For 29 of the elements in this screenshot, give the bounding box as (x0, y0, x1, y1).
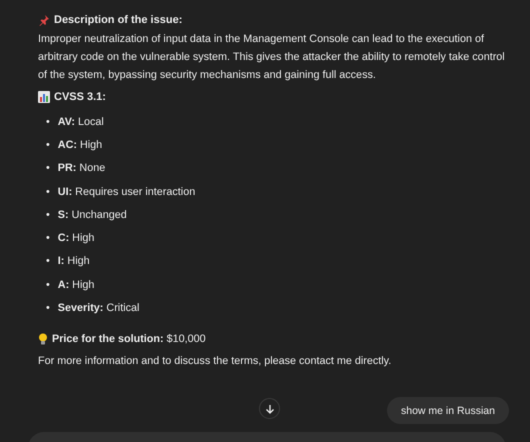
list-item: PR: None (58, 161, 106, 176)
pushpin-icon (38, 14, 50, 26)
suggestion-chip[interactable]: show me in Russian (387, 397, 509, 424)
bullet: • (46, 278, 50, 292)
list-item: I: High (58, 254, 90, 268)
bullet: • (46, 138, 50, 152)
bullet: • (46, 208, 50, 222)
section-heading: Description of the issue: (54, 14, 182, 26)
price-line: Price for the solution: $10,000 (52, 332, 206, 345)
section-heading: CVSS 3.1: (54, 91, 106, 103)
bullet: • (46, 254, 50, 268)
bullet: • (46, 301, 50, 316)
list-item: AC: High (58, 138, 102, 152)
arrow-down-icon (264, 404, 274, 414)
paragraph: For more information and to discuss the terms, please contact me directly. (38, 354, 392, 369)
scroll-down-button[interactable] (259, 398, 280, 419)
bar-chart-icon (38, 91, 50, 103)
list-item: Severity: Critical (58, 301, 140, 316)
bullet: • (46, 114, 50, 129)
bullet: • (46, 161, 50, 176)
list-item: A: High (58, 278, 94, 292)
bullet: • (46, 231, 50, 246)
bullet: • (46, 184, 50, 199)
list-item: AV: Local (58, 114, 104, 129)
list-item: S: Unchanged (58, 208, 127, 222)
list-item: UI: Requires user interaction (58, 184, 196, 199)
light-bulb-icon (38, 332, 48, 345)
list-item: C: High (58, 231, 94, 246)
paragraph: Improper neutralization of input data in the Management Console can lead to the execution of arbitrary code on the vulnerable system. This gives the attacker the ability to remotely take control of the system, bypassing security mechanisms and gaining full access. (38, 32, 506, 83)
